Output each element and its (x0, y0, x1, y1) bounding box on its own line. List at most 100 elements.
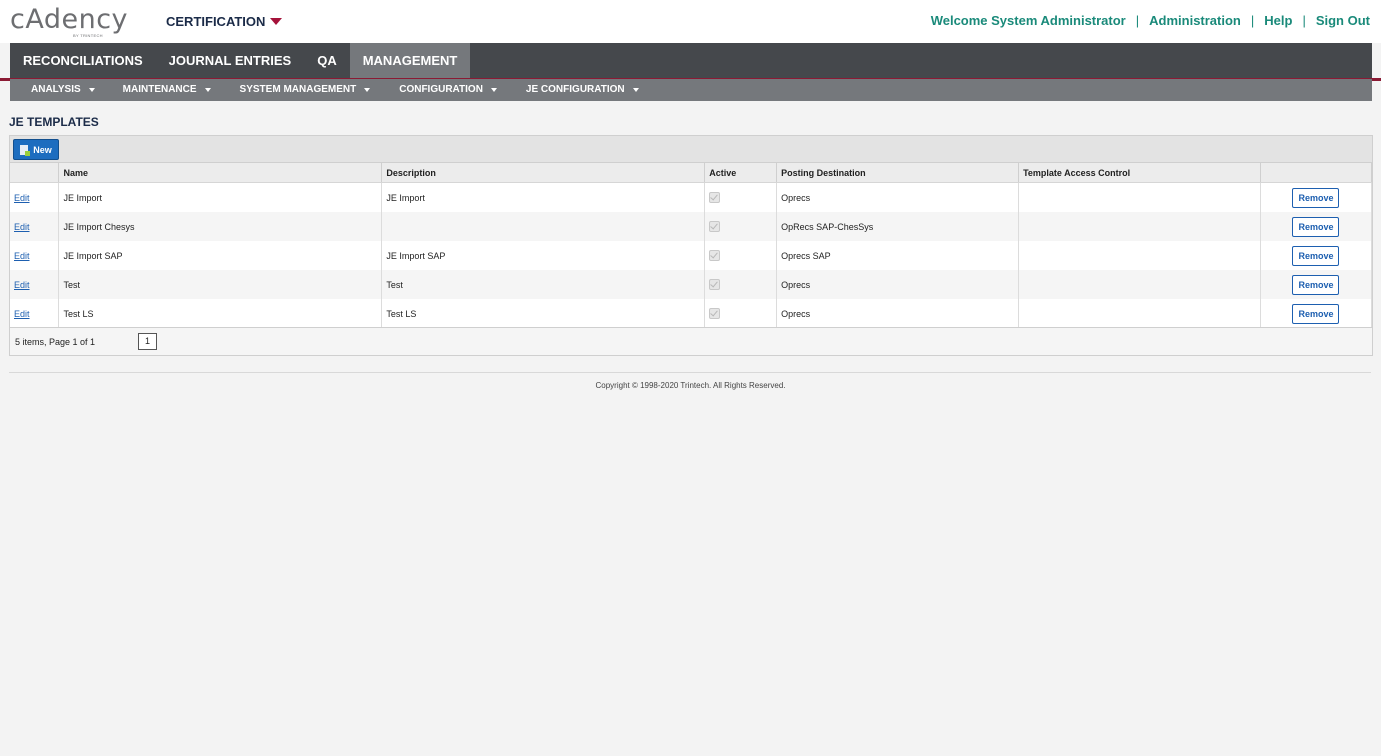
active-cell (704, 270, 778, 299)
page-title: JE TEMPLATES (9, 115, 99, 129)
active-checkbox (709, 250, 721, 262)
edit-link[interactable]: Edit (14, 309, 30, 319)
posting-destination-cell: OpRecs SAP-ChesSys (776, 212, 1020, 241)
column-header-actions (10, 163, 60, 183)
remove-button[interactable]: Remove (1292, 245, 1340, 266)
remove-cell: Remove (1260, 270, 1373, 299)
top-links: Welcome System Administrator | Administr… (931, 13, 1370, 28)
sign-out-link[interactable]: Sign Out (1316, 13, 1370, 28)
name-cell: Test (58, 270, 383, 299)
caret-down-icon (490, 88, 497, 92)
logo-wordmark: cAdency (10, 4, 129, 35)
new-document-icon (20, 144, 31, 156)
top-header: cAdency BY TRINTECH CERTIFICATION Welcom… (0, 0, 1381, 43)
description-cell: JE Import SAP (381, 241, 706, 270)
access-control-cell (1018, 241, 1261, 270)
table-row: Edit Test Test Oprecs Remove (10, 270, 1373, 299)
new-button-label: New (33, 144, 52, 155)
grid-toolbar: New (10, 136, 1372, 163)
main-nav: RECONCILIATIONS JOURNAL ENTRIES QA MANAG… (10, 43, 1372, 78)
subnav-label: CONFIGURATION (399, 84, 483, 95)
active-cell (704, 299, 778, 328)
column-header-active[interactable]: Active (704, 163, 778, 183)
table-row: Edit JE Import SAP JE Import SAP Oprecs … (10, 241, 1373, 270)
table-row: Edit JE Import JE Import Oprecs Remove (10, 182, 1373, 212)
caret-down-icon (364, 88, 371, 92)
name-cell: JE Import SAP (58, 241, 383, 270)
subnav-maintenance[interactable]: MAINTENANCE (123, 79, 211, 101)
remove-button[interactable]: Remove (1292, 303, 1340, 324)
edit-cell: Edit (10, 212, 60, 241)
subnav-system-management[interactable]: SYSTEM MANAGEMENT (240, 79, 371, 101)
description-cell: JE Import (381, 182, 706, 212)
active-cell (704, 212, 778, 241)
nav-management[interactable]: MANAGEMENT (349, 43, 471, 78)
subnav-analysis[interactable]: ANALYSIS (31, 79, 95, 101)
table-row: Edit JE Import Chesys OpRecs SAP-ChesSys… (10, 212, 1373, 241)
separator: | (1250, 13, 1255, 28)
posting-destination-cell: Oprecs (776, 270, 1020, 299)
active-cell (704, 182, 778, 212)
column-header-template-access-control[interactable]: Template Access Control (1018, 163, 1261, 183)
access-control-cell (1018, 212, 1261, 241)
caret-down-icon (204, 88, 211, 92)
column-header-name[interactable]: Name (58, 163, 383, 183)
divider (9, 372, 1371, 373)
sub-nav: ANALYSIS MAINTENANCE SYSTEM MANAGEMENT C… (10, 79, 1372, 101)
active-checkbox (709, 192, 721, 204)
je-templates-grid: New Name Description Active Posting Dest… (9, 135, 1373, 356)
edit-link[interactable]: Edit (14, 280, 30, 290)
help-link[interactable]: Help (1264, 13, 1292, 28)
column-header-description[interactable]: Description (381, 163, 706, 183)
nav-journal-entries[interactable]: JOURNAL ENTRIES (156, 43, 305, 78)
access-control-cell (1018, 182, 1261, 212)
edit-cell: Edit (10, 299, 60, 328)
edit-link[interactable]: Edit (14, 193, 30, 203)
subnav-configuration[interactable]: CONFIGURATION (399, 79, 497, 101)
edit-cell: Edit (10, 270, 60, 299)
copyright-text: Copyright © 1998-2020 Trintech. All Righ… (595, 381, 786, 390)
caret-down-icon (270, 18, 283, 25)
cadency-logo[interactable]: cAdency BY TRINTECH (10, 4, 129, 38)
edit-cell: Edit (10, 182, 60, 212)
environment-label: CERTIFICATION (166, 14, 266, 29)
posting-destination-cell: Oprecs SAP (776, 241, 1020, 270)
name-cell: JE Import Chesys (58, 212, 383, 241)
welcome-text: Welcome System Administrator (930, 13, 1126, 28)
remove-cell: Remove (1260, 212, 1373, 241)
edit-link[interactable]: Edit (14, 222, 30, 232)
logo-subtitle: BY TRINTECH (73, 33, 103, 38)
column-header-posting-destination[interactable]: Posting Destination (776, 163, 1020, 183)
table-row: Edit Test LS Test LS Oprecs Remove (10, 299, 1373, 328)
posting-destination-cell: Oprecs (776, 299, 1020, 328)
subnav-je-configuration[interactable]: JE CONFIGURATION (526, 79, 639, 101)
separator: | (1135, 13, 1140, 28)
subnav-label: MAINTENANCE (122, 84, 197, 95)
nav-qa[interactable]: QA (304, 43, 350, 78)
administration-link[interactable]: Administration (1149, 13, 1241, 28)
edit-link[interactable]: Edit (14, 251, 30, 261)
column-header-remove (1260, 163, 1373, 183)
environment-selector[interactable]: CERTIFICATION (166, 14, 283, 29)
active-checkbox (709, 221, 721, 233)
edit-cell: Edit (10, 241, 60, 270)
subnav-label: SYSTEM MANAGEMENT (239, 84, 357, 95)
active-checkbox (709, 308, 721, 320)
nav-reconciliations[interactable]: RECONCILIATIONS (10, 43, 156, 78)
table-header-row: Name Description Active Posting Destinat… (10, 163, 1373, 183)
posting-destination-cell: Oprecs (776, 182, 1020, 212)
active-checkbox (709, 279, 721, 291)
remove-button[interactable]: Remove (1292, 274, 1340, 295)
access-control-cell (1018, 299, 1261, 328)
separator: | (1302, 13, 1306, 28)
remove-cell: Remove (1260, 182, 1373, 212)
caret-down-icon (88, 88, 95, 92)
subnav-label: ANALYSIS (31, 84, 81, 95)
remove-cell: Remove (1260, 299, 1373, 328)
name-cell: JE Import (58, 182, 383, 212)
remove-button[interactable]: Remove (1292, 187, 1340, 208)
new-template-button[interactable]: New (13, 139, 59, 160)
remove-button[interactable]: Remove (1292, 216, 1340, 237)
subnav-label: JE CONFIGURATION (525, 84, 625, 95)
page-1-button[interactable]: 1 (138, 333, 157, 350)
